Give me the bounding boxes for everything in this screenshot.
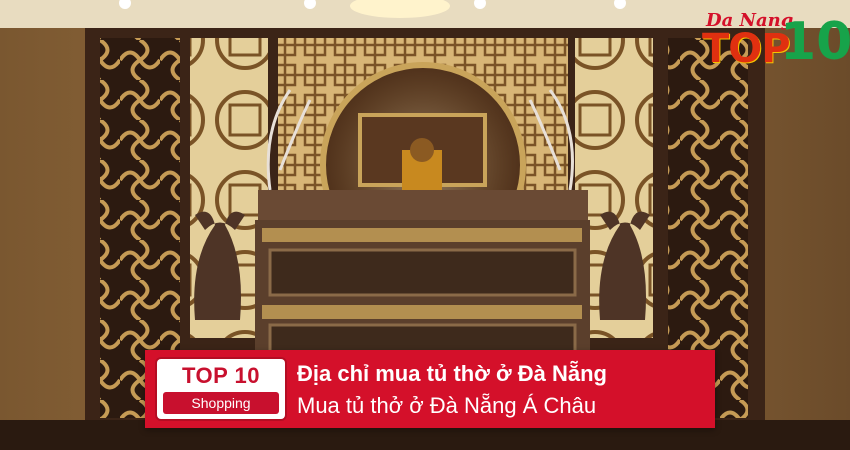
site-logo[interactable]: Da Nang TOP 10 <box>700 8 850 72</box>
banner-title: Địa chỉ mua tủ thờ ở Đà Nẵng <box>297 361 607 386</box>
badge-bottom-text: Shopping <box>163 392 279 414</box>
banner-subtitle: Mua tủ thở ở Đà Nẵng Á Châu <box>297 393 597 418</box>
caption-banner: TOP 10 Shopping Địa chỉ mua tủ thờ ở Đà … <box>145 350 715 428</box>
top10-shopping-badge: TOP 10 Shopping <box>157 359 285 419</box>
logo-top-text: TOP <box>702 26 791 72</box>
badge-top-text: TOP 10 <box>181 363 260 388</box>
logo-number: 10 <box>780 12 850 72</box>
